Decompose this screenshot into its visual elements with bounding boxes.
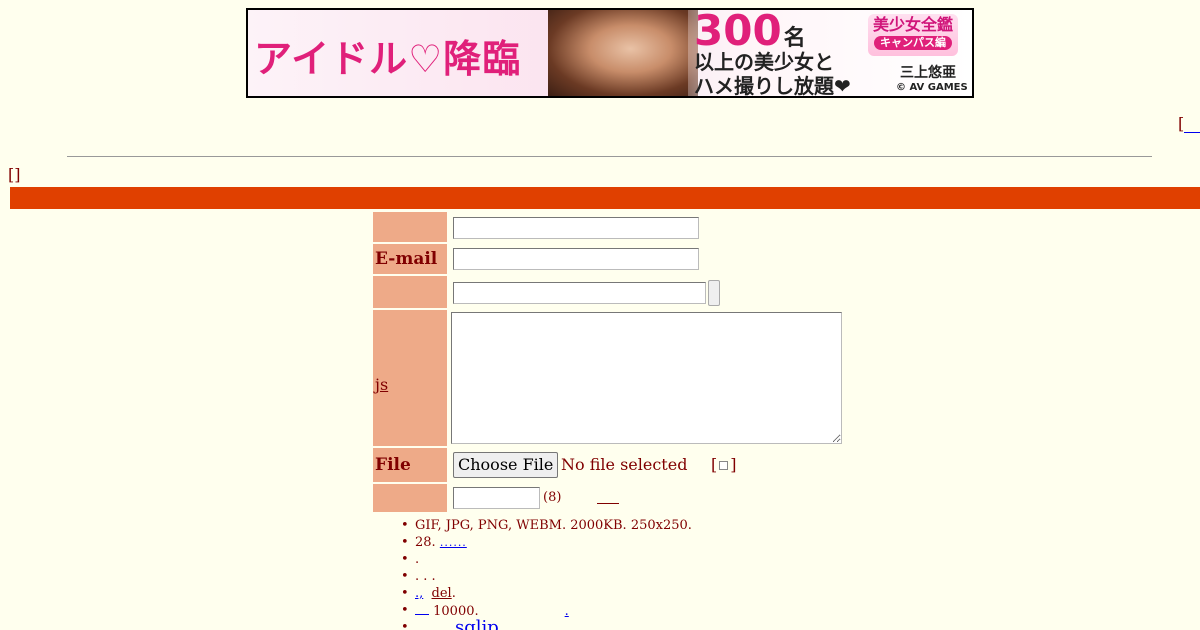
rule-item: 10000.. — [397, 602, 692, 619]
banner-line-3: ハメ撮りし放題❤ — [694, 74, 851, 98]
rule-expiry-link[interactable]: ...... — [440, 536, 467, 549]
rule-link-6b[interactable]: . — [565, 604, 569, 619]
top-nav-links: [ — [1178, 114, 1200, 133]
banner-logo-subtitle: キャンパス編 — [874, 36, 952, 50]
delkey-label — [373, 484, 447, 512]
rule-expiry: 28. — [415, 535, 436, 550]
email-row: E-mail — [373, 244, 853, 274]
text-only-close: ] — [730, 455, 737, 474]
delkey-hint: (8) — [543, 490, 562, 505]
rule-item: sqlip — [397, 619, 692, 630]
comment-textarea[interactable] — [451, 312, 842, 444]
header-divider — [67, 156, 1152, 157]
rule-item: . . . — [397, 568, 692, 585]
js-link[interactable]: js — [375, 375, 388, 394]
rule-item: . — [397, 551, 692, 568]
file-row: File Choose File No file selected [] — [373, 448, 853, 482]
name-label — [373, 212, 447, 242]
page: アイドル♡降臨 300名 以上の美少女と ハメ撮りし放題❤ 美少女全鑑 キャンパ… — [0, 0, 1200, 630]
rule-link-5[interactable]: ., — [415, 586, 423, 601]
rule-text-5-end: . — [451, 586, 456, 601]
rules-list: GIF, JPG, PNG, WEBM. 2000KB. 250x250. 28… — [397, 517, 692, 630]
nav-link[interactable] — [1184, 118, 1200, 133]
sglip-link[interactable]: sqlip — [455, 617, 499, 630]
rule-item: GIF, JPG, PNG, WEBM. 2000KB. 250x250. — [397, 517, 692, 534]
rule-link-6[interactable] — [415, 602, 429, 615]
subject-row — [373, 276, 853, 308]
submit-button[interactable] — [708, 280, 720, 306]
banner-logo-text: 美少女全鑑 — [872, 15, 953, 34]
rule-text-3: . — [415, 552, 420, 567]
name-input[interactable] — [453, 217, 699, 239]
banner-copyright: © AV GAMES — [896, 82, 968, 93]
banner-photo — [548, 10, 698, 96]
rule-item: ., del. — [397, 585, 692, 602]
subject-label — [373, 276, 447, 308]
del-link[interactable]: del — [432, 586, 452, 601]
choose-file-button[interactable]: Choose File — [453, 452, 559, 478]
file-label: File — [373, 448, 447, 482]
text-only-checkbox[interactable] — [719, 461, 729, 470]
ad-banner[interactable]: アイドル♡降臨 300名 以上の美少女と ハメ撮りし放題❤ 美少女全鑑 キャンパ… — [246, 8, 974, 98]
rule-text-4: . . . — [415, 569, 436, 584]
delkey-input[interactable] — [453, 487, 540, 509]
post-mode-bar — [10, 187, 1200, 209]
comment-label-cell: js — [373, 310, 447, 446]
name-row — [373, 212, 853, 242]
rule-file-types: GIF, JPG, PNG, WEBM. 2000KB. 250x250. — [415, 518, 692, 533]
email-label: E-mail — [373, 244, 447, 274]
banner-logo: 美少女全鑑 キャンパス編 — [868, 14, 958, 56]
rule-item: 28. ...... — [397, 534, 692, 551]
subject-input[interactable] — [453, 282, 706, 304]
comment-row: js — [373, 310, 853, 446]
text-only-option: [] — [711, 455, 737, 474]
return-link-bracket[interactable]: [] — [8, 165, 20, 184]
delkey-link[interactable] — [597, 490, 619, 504]
email-input[interactable] — [453, 248, 699, 270]
banner-title: アイドル♡降臨 — [254, 37, 522, 81]
file-status: No file selected — [561, 455, 688, 474]
delkey-row: (8) — [373, 484, 853, 512]
banner-actress-name: 三上悠亜 — [900, 65, 956, 81]
text-only-open: [ — [711, 455, 718, 474]
